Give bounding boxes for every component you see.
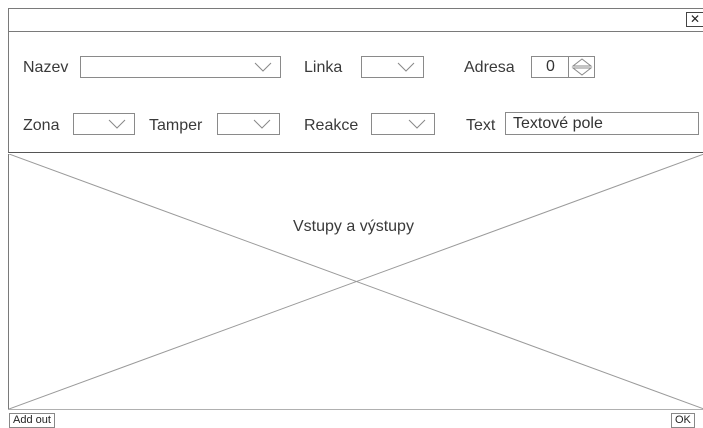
placeholder-cross [9,154,703,409]
window-titlebar [8,8,703,32]
reakce-label: Reakce [304,117,359,134]
text-field[interactable]: Textové pole [505,112,699,135]
add-out-button[interactable]: Add out [9,413,55,428]
text-label: Text [466,117,496,134]
chevron-down-icon [397,62,415,72]
tamper-select[interactable] [217,113,280,135]
adresa-label: Adresa [464,59,515,76]
zona-label: Zona [23,117,60,134]
ok-button[interactable]: OK [671,413,695,428]
reakce-select[interactable] [371,113,435,135]
io-placeholder [8,154,703,409]
adresa-value: 0 [546,58,555,75]
footer-bar [8,409,703,425]
zona-select[interactable] [73,113,135,135]
close-icon: ✕ [689,12,701,26]
tamper-label: Tamper [149,117,203,134]
chevron-down-icon [108,119,126,129]
chevron-down-icon [253,119,271,129]
adresa-spinner[interactable]: 0 [531,56,595,78]
linka-select[interactable] [361,56,424,78]
nazev-label: Nazev [23,59,69,76]
stepper-arrows-icon [571,58,593,76]
text-field-value: Textové pole [513,115,603,132]
close-button[interactable]: ✕ [686,12,703,27]
chevron-down-icon [254,62,272,72]
io-placeholder-label: Vstupy a výstupy [293,218,414,235]
chevron-down-icon [408,119,426,129]
linka-label: Linka [304,59,343,76]
nazev-select[interactable] [80,56,281,78]
adresa-stepper[interactable] [568,57,595,77]
